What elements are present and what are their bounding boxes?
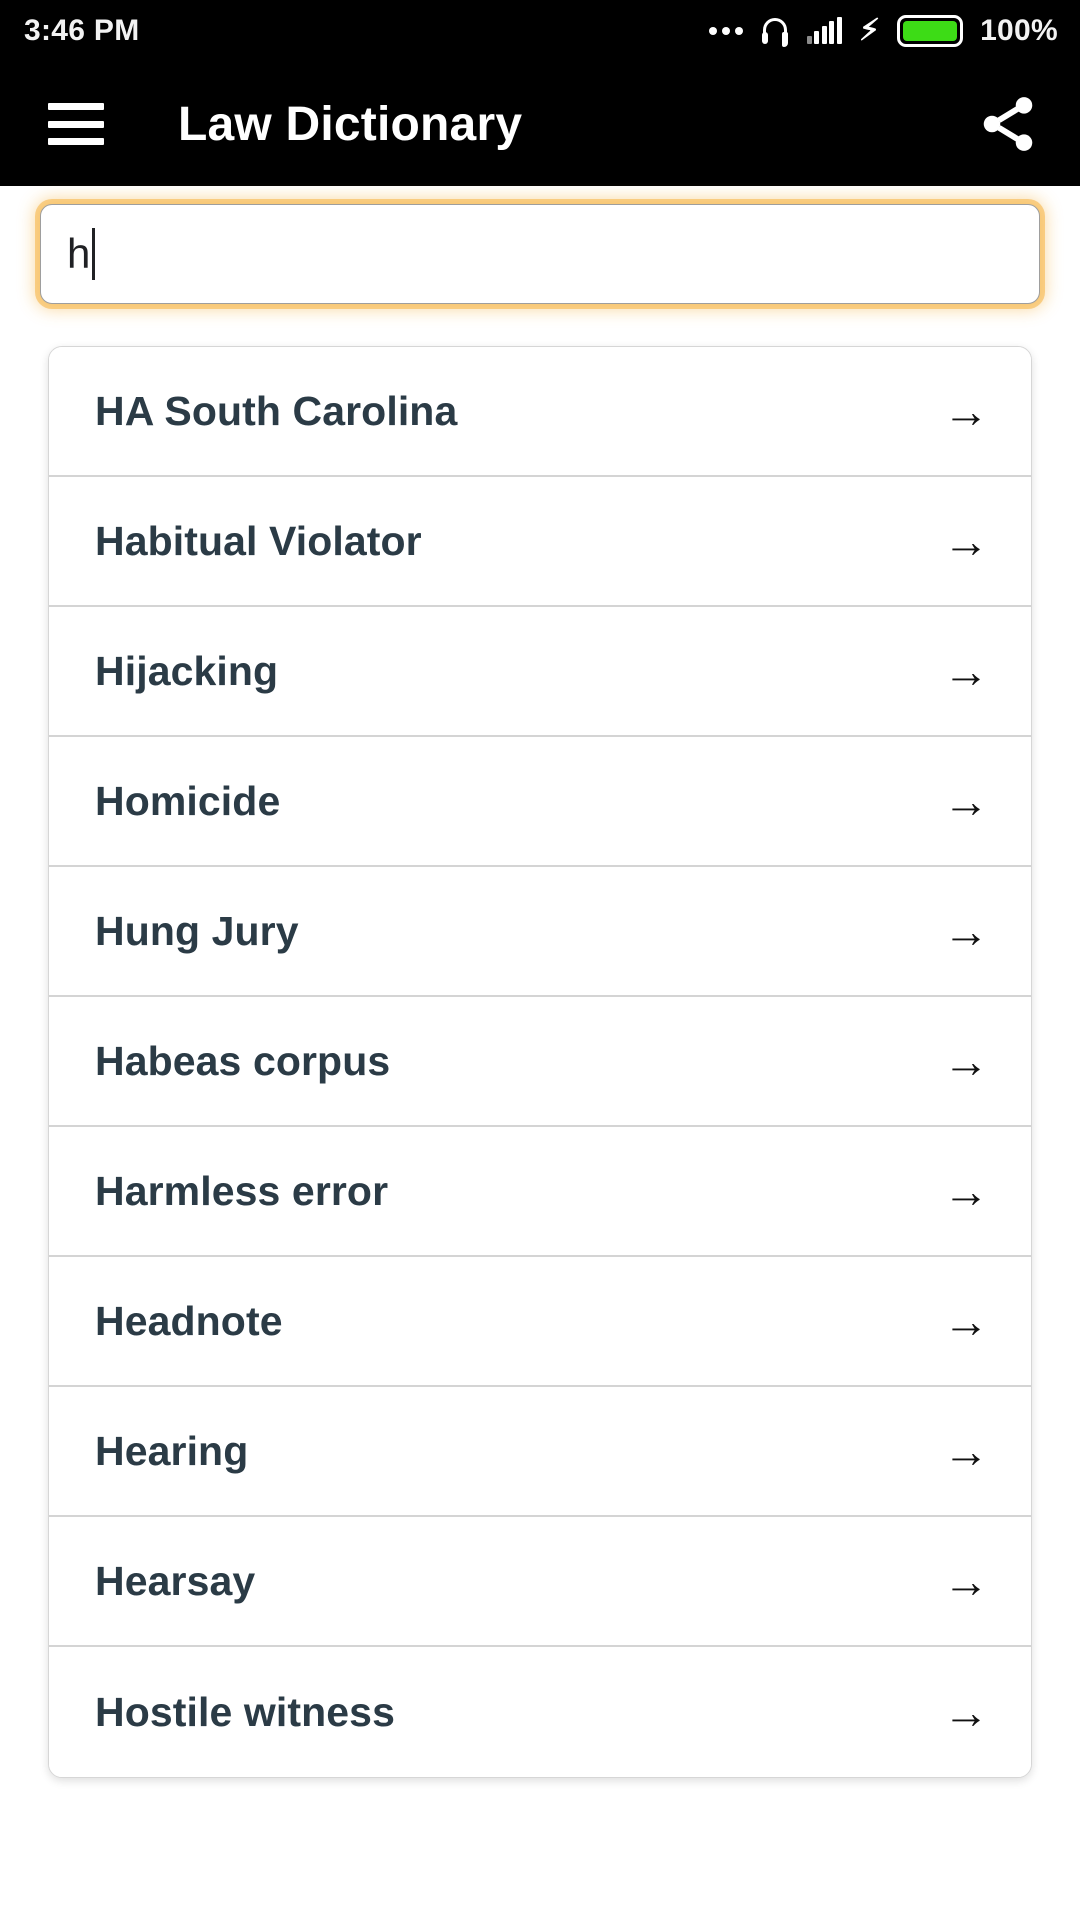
list-item[interactable]: Headnote →	[49, 1257, 1031, 1387]
list-item-label: Harmless error	[95, 1167, 389, 1214]
list-item-label: Hostile witness	[95, 1688, 395, 1735]
list-item[interactable]: Habitual Violator →	[49, 477, 1031, 607]
arrow-right-icon[interactable]: →	[943, 908, 995, 954]
arrow-right-icon[interactable]: →	[943, 518, 995, 564]
list-item-label: Hearsay	[95, 1557, 256, 1604]
arrow-right-icon[interactable]: →	[943, 1168, 995, 1214]
list-item[interactable]: Habeas corpus →	[49, 997, 1031, 1127]
list-item[interactable]: Homicide →	[49, 737, 1031, 867]
list-item[interactable]: Hung Jury →	[49, 867, 1031, 997]
results-card: HA South Carolina → Habitual Violator → Hija…	[48, 346, 1032, 1778]
list-item-label: Hung Jury	[95, 907, 299, 954]
status-time: 3:46 PM	[24, 14, 140, 47]
charging-bolt-icon: ⚡︎	[858, 14, 881, 47]
arrow-right-icon[interactable]: →	[943, 648, 995, 694]
list-item-label: Hijacking	[95, 647, 279, 694]
app-bar: Law Dictionary	[0, 62, 1080, 186]
arrow-right-icon[interactable]: →	[943, 1558, 995, 1604]
text-cursor	[92, 228, 96, 280]
hamburger-menu-icon[interactable]	[48, 103, 104, 145]
battery-icon	[897, 15, 964, 47]
list-item[interactable]: Hijacking →	[49, 607, 1031, 737]
list-item[interactable]: Harmless error →	[49, 1127, 1031, 1257]
battery-percent-label: 100%	[980, 14, 1058, 47]
headphone-icon	[760, 16, 790, 47]
search-bar-container: h	[0, 186, 1080, 324]
list-item[interactable]: Hearsay →	[49, 1517, 1031, 1647]
status-icons-group: ⚡︎ 100%	[708, 14, 1058, 48]
arrow-right-icon[interactable]: →	[943, 1298, 995, 1344]
arrow-right-icon[interactable]: →	[943, 1038, 995, 1084]
arrow-right-icon[interactable]: →	[943, 1689, 995, 1735]
search-input[interactable]: h	[40, 204, 1040, 304]
list-item[interactable]: Hostile witness →	[49, 1647, 1031, 1777]
list-item-label: Habeas corpus	[95, 1037, 391, 1084]
more-dots-icon	[708, 27, 743, 35]
arrow-right-icon[interactable]: →	[943, 388, 995, 434]
list-item[interactable]: Hearing →	[49, 1387, 1031, 1517]
list-item[interactable]: HA South Carolina →	[49, 347, 1031, 477]
results-list-container: HA South Carolina → Habitual Violator → Hija…	[0, 324, 1080, 1778]
list-item-label: Headnote	[95, 1297, 283, 1344]
status-bar: 3:46 PM ⚡︎ 100%	[0, 0, 1080, 62]
arrow-right-icon[interactable]: →	[943, 778, 995, 824]
page-title: Law Dictionary	[178, 97, 523, 151]
arrow-right-icon[interactable]: →	[943, 1428, 995, 1474]
list-item-label: Homicide	[95, 777, 281, 824]
signal-bars-icon	[806, 17, 842, 44]
list-item-label: Habitual Violator	[95, 517, 422, 564]
list-item-label: HA South Carolina	[95, 387, 458, 434]
search-input-value: h	[67, 230, 91, 277]
list-item-label: Hearing	[95, 1427, 249, 1474]
share-icon[interactable]	[976, 92, 1040, 156]
